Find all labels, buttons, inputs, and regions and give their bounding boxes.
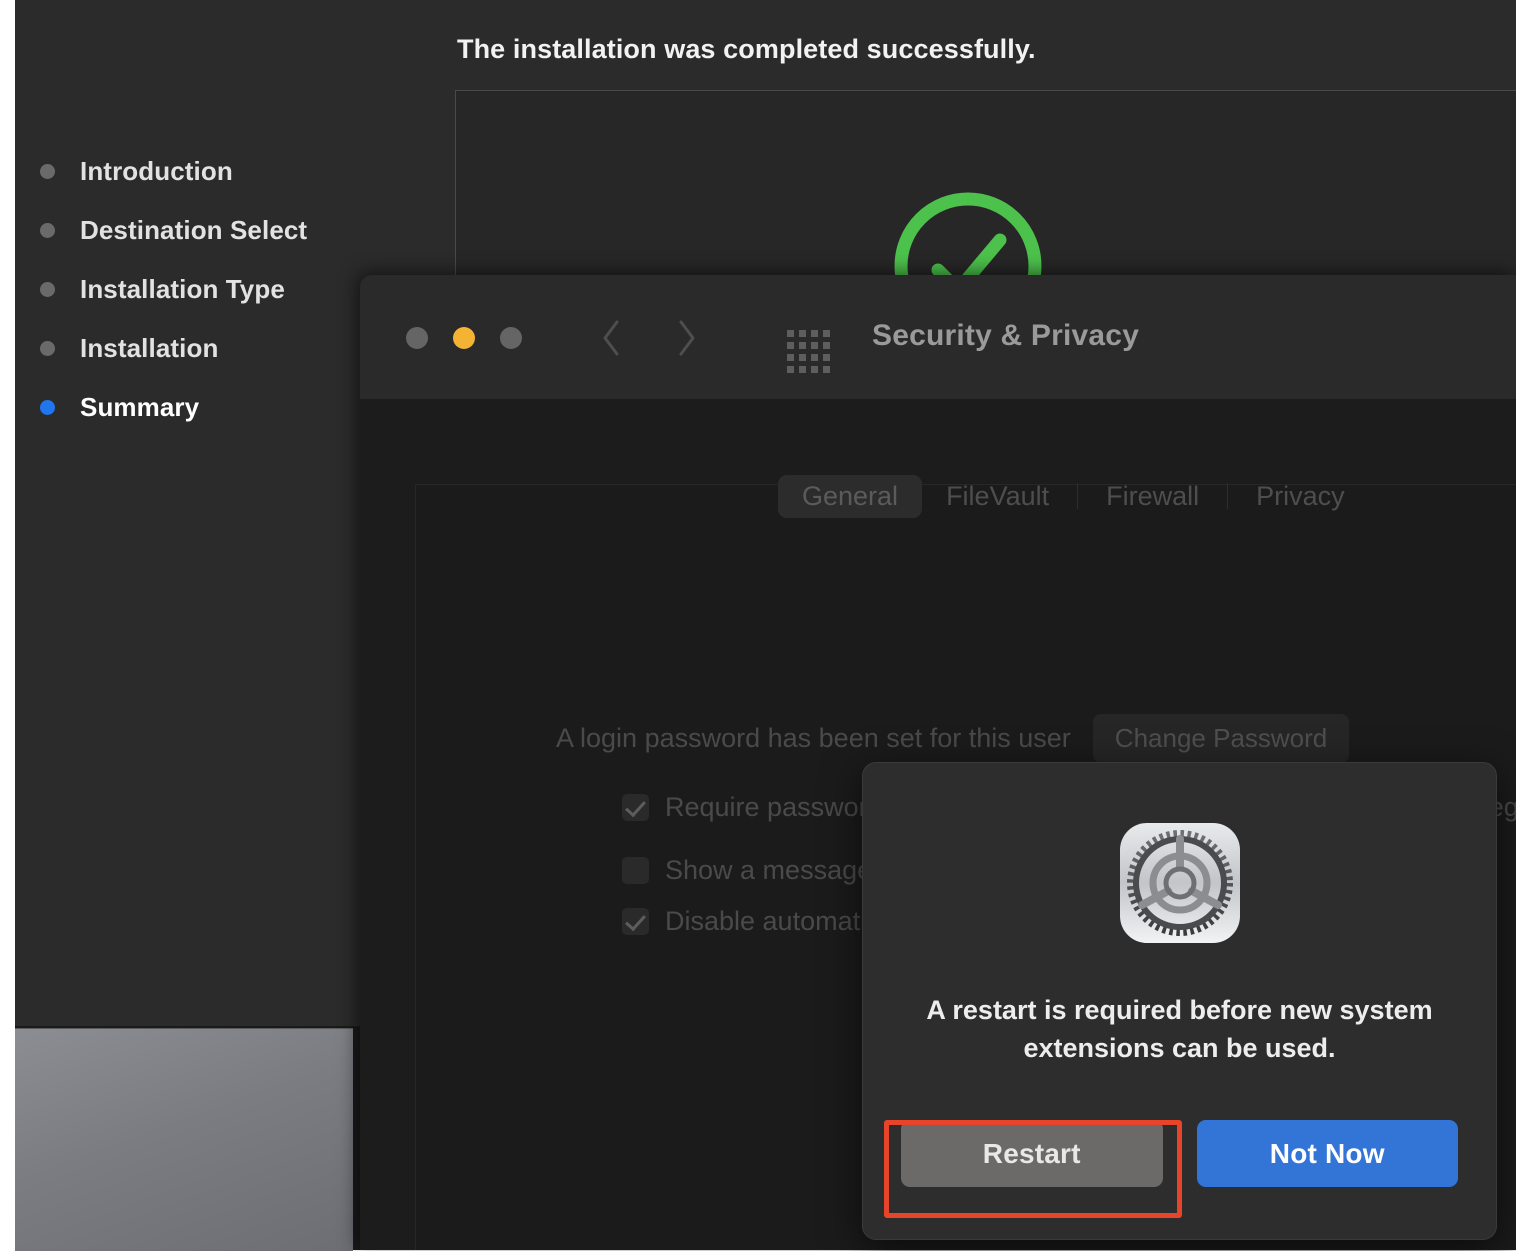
background-window[interactable] [15, 1028, 353, 1251]
disable-auto-login-checkbox[interactable] [622, 908, 649, 935]
close-window-button[interactable] [406, 327, 428, 349]
minimize-window-button[interactable] [453, 327, 475, 349]
require-password-checkbox[interactable] [622, 794, 649, 821]
step-bullet-icon [40, 164, 55, 179]
require-password-label: Require password [665, 792, 883, 822]
tab-privacy[interactable]: Privacy [1232, 475, 1369, 518]
zoom-window-button[interactable] [500, 327, 522, 349]
screen-edge-strip [0, 1026, 15, 1250]
step-bullet-icon [40, 341, 55, 356]
tab-filevault[interactable]: FileVault [922, 475, 1073, 518]
step-label: Summary [80, 392, 200, 422]
step-label: Introduction [80, 156, 233, 186]
dialog-message: A restart is required before new system … [926, 995, 1433, 1064]
login-password-label: A login password has been set for this u… [556, 723, 1071, 753]
sidebar-item-introduction[interactable]: Introduction [40, 142, 400, 201]
restart-required-dialog: A restart is required before new system … [862, 762, 1497, 1240]
step-bullet-icon [40, 223, 55, 238]
chevron-right-icon[interactable] [676, 319, 698, 357]
step-bullet-icon [40, 400, 55, 415]
step-label: Installation Type [80, 274, 285, 304]
step-label: Destination Select [80, 215, 308, 245]
window-title: Security & Privacy [872, 319, 1140, 352]
window-controls [406, 327, 522, 349]
not-now-button[interactable]: Not Now [1196, 1120, 1458, 1187]
dialog-button-row: Restart Not Now [901, 1120, 1458, 1187]
tab-divider [1227, 483, 1229, 509]
restart-button[interactable]: Restart [901, 1120, 1163, 1187]
preferences-tabbar: General FileVault Firewall Privacy [778, 474, 1369, 518]
sidebar-item-installation[interactable]: Installation [40, 319, 400, 378]
installer-sidebar: Introduction Destination Select Installa… [15, 0, 415, 1026]
sidebar-item-summary[interactable]: Summary [40, 378, 400, 437]
window-titlebar: Security & Privacy [360, 275, 1516, 400]
sidebar-item-destination-select[interactable]: Destination Select [40, 201, 400, 260]
page-title: The installation was completed successfu… [457, 34, 1036, 64]
step-label: Installation [80, 333, 219, 363]
login-password-row: A login password has been set for this u… [556, 714, 1350, 763]
step-bullet-icon [40, 282, 55, 297]
tab-general[interactable]: General [778, 474, 923, 518]
tab-divider [1077, 483, 1079, 509]
sidebar-item-installation-type[interactable]: Installation Type [40, 260, 400, 319]
installer-step-list: Introduction Destination Select Installa… [40, 142, 400, 437]
show-all-grid-icon[interactable] [787, 330, 830, 373]
tab-firewall[interactable]: Firewall [1082, 475, 1223, 518]
system-preferences-gear-icon [1118, 821, 1242, 945]
chevron-left-icon[interactable] [600, 319, 622, 357]
change-password-button[interactable]: Change Password [1092, 714, 1350, 763]
show-lock-message-checkbox[interactable] [622, 857, 649, 884]
navigation-arrows [600, 319, 698, 357]
